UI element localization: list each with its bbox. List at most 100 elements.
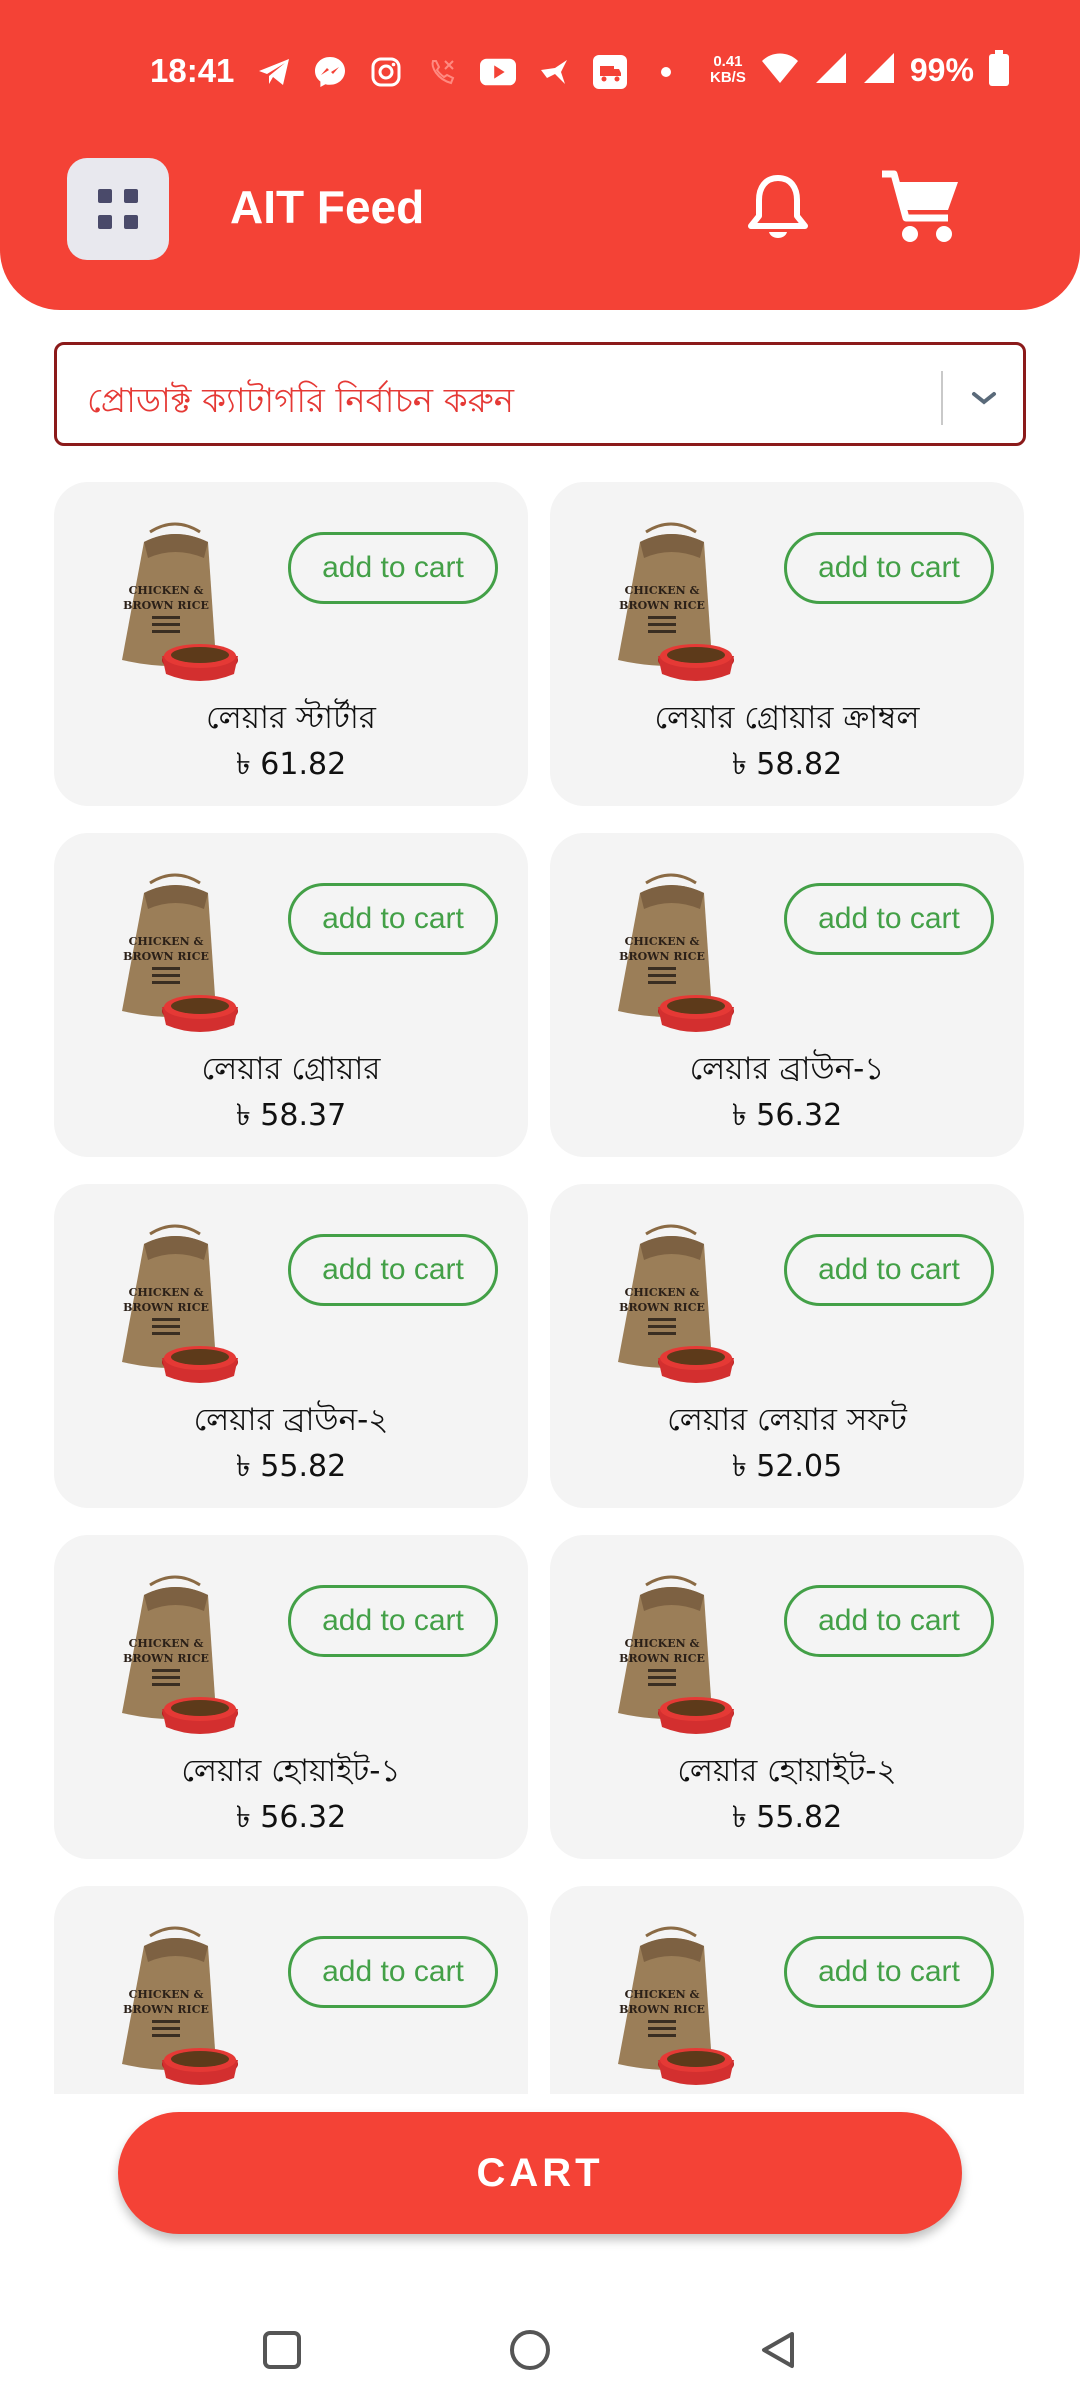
notification-button[interactable] bbox=[745, 172, 811, 244]
add-to-cart-button[interactable]: add to cart bbox=[784, 1585, 994, 1657]
notification-icons bbox=[256, 54, 684, 90]
product-card[interactable]: CHICKEN & BROWN RICE add to cart bbox=[550, 1886, 1024, 2094]
product-name: লেয়ার হোয়াইট-১ bbox=[181, 1753, 401, 1789]
svg-text:CHICKEN &: CHICKEN & bbox=[625, 935, 700, 948]
product-card[interactable]: CHICKEN & BROWN RICE add to cart bbox=[54, 1886, 528, 2094]
svg-text:BROWN RICE: BROWN RICE bbox=[619, 599, 705, 612]
product-name: লেয়ার লেয়ার সফট bbox=[667, 1402, 907, 1438]
product-card[interactable]: CHICKEN & BROWN RICE add to cart লেয়ার গ… bbox=[54, 833, 528, 1157]
svg-text:BROWN RICE: BROWN RICE bbox=[123, 2003, 209, 2016]
add-to-cart-button[interactable]: add to cart bbox=[288, 1234, 498, 1306]
add-to-cart-button[interactable]: add to cart bbox=[288, 1936, 498, 2008]
feed-sack-icon: CHICKEN & BROWN RICE bbox=[100, 861, 250, 1041]
add-to-cart-button[interactable]: add to cart bbox=[288, 1585, 498, 1657]
product-card[interactable]: CHICKEN & BROWN RICE add to cart লেয়ার হ… bbox=[54, 1535, 528, 1859]
grid-menu-icon bbox=[98, 189, 138, 229]
svg-text:CHICKEN &: CHICKEN & bbox=[625, 1637, 700, 1650]
product-price: ৳ 61.82 bbox=[235, 747, 347, 782]
bell-icon bbox=[748, 175, 808, 238]
product-card[interactable]: CHICKEN & BROWN RICE add to cart লেয়ার ব… bbox=[54, 1184, 528, 1508]
product-card[interactable]: CHICKEN & BROWN RICE add to cart লেয়ার ল… bbox=[550, 1184, 1024, 1508]
signal-icon bbox=[814, 51, 848, 89]
svg-text:CHICKEN &: CHICKEN & bbox=[129, 1637, 204, 1650]
feed-sack-icon: CHICKEN & BROWN RICE bbox=[596, 510, 746, 690]
select-divider bbox=[941, 371, 943, 425]
dot-icon bbox=[648, 54, 684, 90]
category-dropdown[interactable]: প্রোডাক্ট ক্যাটাগরি নির্বাচন করুন bbox=[54, 342, 1026, 446]
product-name: লেয়ার গ্রোয়ার ক্রাম্বল bbox=[654, 700, 920, 736]
feed-sack-icon: CHICKEN & BROWN RICE bbox=[100, 1212, 250, 1392]
network-speed-unit: KB/S bbox=[710, 69, 746, 86]
network-speed-value: 0.41 bbox=[713, 53, 743, 70]
product-price: ৳ 56.32 bbox=[731, 1098, 843, 1133]
svg-text:BROWN RICE: BROWN RICE bbox=[619, 1301, 705, 1314]
feed-sack-icon: CHICKEN & BROWN RICE bbox=[596, 1212, 746, 1392]
svg-text:CHICKEN &: CHICKEN & bbox=[129, 584, 204, 597]
top-cart-button[interactable] bbox=[880, 168, 962, 248]
product-card[interactable]: CHICKEN & BROWN RICE add to cart লেয়ার হ… bbox=[550, 1535, 1024, 1859]
svg-text:BROWN RICE: BROWN RICE bbox=[619, 1652, 705, 1665]
grid-menu-button[interactable] bbox=[67, 158, 169, 260]
svg-text:BROWN RICE: BROWN RICE bbox=[123, 1301, 209, 1314]
product-card[interactable]: CHICKEN & BROWN RICE add to cart লেয়ার গ… bbox=[550, 482, 1024, 806]
product-name: লেয়ার ব্রাউন-১ bbox=[689, 1051, 885, 1087]
bird-icon bbox=[536, 54, 572, 90]
chevron-down-icon[interactable] bbox=[959, 373, 1009, 423]
telegram-icon bbox=[256, 54, 292, 90]
feed-sack-icon: CHICKEN & BROWN RICE bbox=[596, 1914, 746, 2094]
delivery-icon bbox=[592, 54, 628, 90]
feed-sack-icon: CHICKEN & BROWN RICE bbox=[596, 861, 746, 1041]
svg-text:BROWN RICE: BROWN RICE bbox=[123, 950, 209, 963]
add-to-cart-button[interactable]: add to cart bbox=[288, 883, 498, 955]
add-to-cart-button[interactable]: add to cart bbox=[784, 1936, 994, 2008]
add-to-cart-button[interactable]: add to cart bbox=[288, 532, 498, 604]
product-card[interactable]: CHICKEN & BROWN RICE add to cart লেয়ার স… bbox=[54, 482, 528, 806]
svg-text:CHICKEN &: CHICKEN & bbox=[129, 1286, 204, 1299]
messenger-icon bbox=[312, 54, 348, 90]
product-price: ৳ 55.82 bbox=[731, 1800, 843, 1835]
network-speed: 0.41 KB/S bbox=[710, 54, 746, 86]
product-grid: CHICKEN & BROWN RICE add to cart লেয়ার স… bbox=[0, 482, 1080, 2094]
status-bar: 18:41 0.41 KB/S 99% bbox=[0, 40, 1080, 106]
product-name: লেয়ার স্টার্টার bbox=[206, 700, 376, 736]
missed-call-icon bbox=[424, 54, 460, 90]
add-to-cart-button[interactable]: add to cart bbox=[784, 532, 994, 604]
battery-percent: 99% bbox=[909, 51, 974, 88]
system-status: 0.41 KB/S 99% bbox=[710, 50, 1010, 90]
product-price: ৳ 58.82 bbox=[731, 747, 843, 782]
system-nav-bar bbox=[0, 2300, 1080, 2400]
product-price: ৳ 56.32 bbox=[235, 1800, 347, 1835]
wifi-icon bbox=[760, 51, 800, 89]
recent-apps-icon[interactable] bbox=[252, 2320, 312, 2380]
product-name: লেয়ার হোয়াইট-২ bbox=[677, 1753, 897, 1789]
signal-icon bbox=[862, 51, 896, 89]
svg-text:CHICKEN &: CHICKEN & bbox=[625, 584, 700, 597]
feed-sack-icon: CHICKEN & BROWN RICE bbox=[596, 1563, 746, 1743]
product-price: ৳ 55.82 bbox=[235, 1449, 347, 1484]
category-placeholder: প্রোডাক্ট ক্যাটাগরি নির্বাচন করুন bbox=[87, 381, 515, 421]
status-time: 18:41 bbox=[150, 52, 235, 89]
instagram-icon bbox=[368, 54, 404, 90]
feed-sack-icon: CHICKEN & BROWN RICE bbox=[100, 510, 250, 690]
youtube-icon bbox=[480, 54, 516, 90]
battery-icon bbox=[988, 50, 1010, 90]
feed-sack-icon: CHICKEN & BROWN RICE bbox=[100, 1914, 250, 2094]
svg-text:CHICKEN &: CHICKEN & bbox=[625, 1286, 700, 1299]
product-name: লেয়ার গ্রোয়ার bbox=[201, 1051, 381, 1087]
add-to-cart-button[interactable]: add to cart bbox=[784, 1234, 994, 1306]
app-header: 18:41 0.41 KB/S 99% AIT Feed bbox=[0, 0, 1080, 310]
product-card[interactable]: CHICKEN & BROWN RICE add to cart লেয়ার ব… bbox=[550, 833, 1024, 1157]
svg-text:BROWN RICE: BROWN RICE bbox=[123, 1652, 209, 1665]
back-icon[interactable] bbox=[748, 2320, 808, 2380]
cart-button[interactable]: CART bbox=[118, 2112, 962, 2234]
svg-text:CHICKEN &: CHICKEN & bbox=[129, 935, 204, 948]
add-to-cart-button[interactable]: add to cart bbox=[784, 883, 994, 955]
app-title: AIT Feed bbox=[230, 181, 425, 233]
svg-text:BROWN RICE: BROWN RICE bbox=[619, 2003, 705, 2016]
shopping-cart-icon bbox=[882, 170, 958, 242]
product-name: লেয়ার ব্রাউন-২ bbox=[193, 1402, 389, 1438]
svg-text:BROWN RICE: BROWN RICE bbox=[123, 599, 209, 612]
product-price: ৳ 52.05 bbox=[731, 1449, 843, 1484]
home-icon[interactable] bbox=[500, 2320, 560, 2380]
svg-text:CHICKEN &: CHICKEN & bbox=[129, 1988, 204, 2001]
